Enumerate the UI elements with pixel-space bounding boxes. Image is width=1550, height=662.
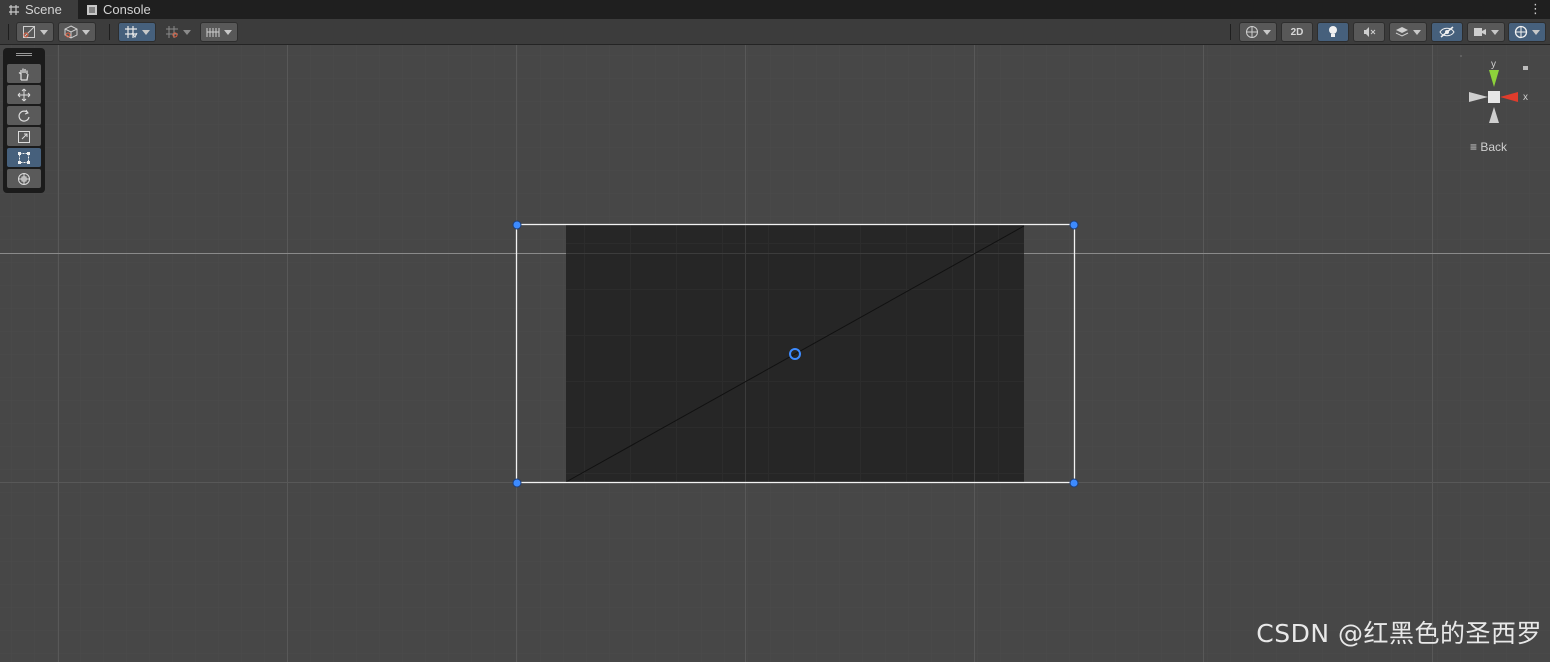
shading-mode-button[interactable] <box>58 22 96 42</box>
gizmo-globe-icon <box>1514 25 1528 39</box>
gizmo-lock-icon <box>1523 66 1528 70</box>
editor-tab-bar: Scene Console ⋮ <box>0 0 1550 19</box>
audio-toggle-button[interactable] <box>1353 22 1385 42</box>
console-icon <box>87 4 97 15</box>
rect-handle-top-right <box>1069 220 1079 230</box>
cube-icon <box>64 25 78 39</box>
grid-snapping-button[interactable] <box>118 22 156 42</box>
watermark-text: CSDN @红黑色的圣西罗 <box>1256 619 1542 648</box>
draw-mode-button[interactable] <box>16 22 54 42</box>
move-icon <box>17 88 31 101</box>
scale-icon <box>18 130 30 143</box>
toolbar-divider <box>109 24 110 40</box>
gizmo-neg-y-cone <box>1489 107 1499 123</box>
globe-icon <box>1246 26 1258 38</box>
transform-icon <box>18 172 30 185</box>
tab-scene-label: Scene <box>25 2 62 17</box>
chevron-down-icon <box>142 29 150 35</box>
palette-grip[interactable] <box>16 53 32 56</box>
toggle-2d-button[interactable]: 2D <box>1281 22 1313 42</box>
increment-snap-button[interactable] <box>200 22 238 42</box>
layers-icon <box>1395 27 1409 37</box>
hand-tool-button[interactable] <box>7 64 41 83</box>
gizmos-button[interactable] <box>1508 22 1546 42</box>
gizmo-y-cone <box>1489 70 1499 87</box>
tab-scene[interactable]: Scene <box>0 0 78 19</box>
lightbulb-icon <box>1329 26 1337 37</box>
gizmo-axis-y-label: y <box>1491 59 1496 70</box>
gizmo-view-text: Back <box>1480 140 1508 154</box>
gizmo-neg-x-cone <box>1469 92 1488 102</box>
camera-settings-button[interactable] <box>1467 22 1505 42</box>
rect-handle-bottom-left <box>512 478 522 488</box>
gizmo-x-cone <box>1500 92 1518 102</box>
rect-handle-top-left <box>512 220 522 230</box>
chevron-down-icon <box>40 29 48 35</box>
effects-button[interactable] <box>1389 22 1427 42</box>
rect-handle-bottom-right <box>1069 478 1079 488</box>
gizmo-axis-x-label: x <box>1523 92 1528 103</box>
tab-console[interactable]: Console <box>80 0 160 19</box>
rotate-tool-button[interactable] <box>7 106 41 125</box>
gizmo-view-label[interactable]: ≡ Back <box>1470 140 1507 154</box>
mute-speaker-icon <box>1364 27 1376 37</box>
toolbar-divider <box>1230 24 1231 40</box>
ruler-icon <box>206 28 220 37</box>
grid-icon <box>9 4 19 15</box>
scene-view[interactable] <box>0 45 1550 662</box>
grid-snap-icon <box>125 26 138 38</box>
toolbar-divider <box>8 24 9 40</box>
render-mode-button[interactable] <box>1239 22 1277 42</box>
rotate-icon <box>18 109 30 122</box>
transform-tools-palette <box>3 48 45 193</box>
more-options-icon[interactable]: ⋮ <box>1529 1 1542 17</box>
draw-mode-icon <box>23 26 35 38</box>
scale-tool-button[interactable] <box>7 127 41 146</box>
chevron-down-icon <box>1263 29 1271 35</box>
tab-console-label: Console <box>103 2 151 17</box>
rect-tool-icon <box>18 151 30 164</box>
chevron-down-icon <box>82 29 90 35</box>
snap-increment-button[interactable] <box>159 22 197 42</box>
chevron-down-icon <box>1532 29 1540 35</box>
hand-icon <box>18 68 29 81</box>
gizmo-center-cube <box>1488 91 1500 103</box>
move-tool-button[interactable] <box>7 85 41 104</box>
chevron-down-icon <box>224 29 232 35</box>
chevron-down-icon <box>1491 29 1499 35</box>
transform-tool-button[interactable] <box>7 169 41 188</box>
gizmo-handle-grip <box>1460 55 1462 57</box>
lighting-toggle-button[interactable] <box>1317 22 1349 42</box>
snap-increment-icon <box>166 26 178 38</box>
rect-tool-button[interactable] <box>7 148 41 167</box>
scene-canvas <box>0 45 1550 662</box>
toggle-2d-label: 2D <box>1290 26 1304 38</box>
camera-icon <box>1474 28 1486 36</box>
chevron-down-icon <box>1413 29 1421 35</box>
chevron-down-icon <box>183 29 191 35</box>
hidden-eye-icon <box>1439 26 1455 38</box>
scene-toolbar: 2D <box>0 19 1550 45</box>
scene-visibility-button[interactable] <box>1431 22 1463 42</box>
menu-lines-icon: ≡ <box>1470 140 1478 154</box>
